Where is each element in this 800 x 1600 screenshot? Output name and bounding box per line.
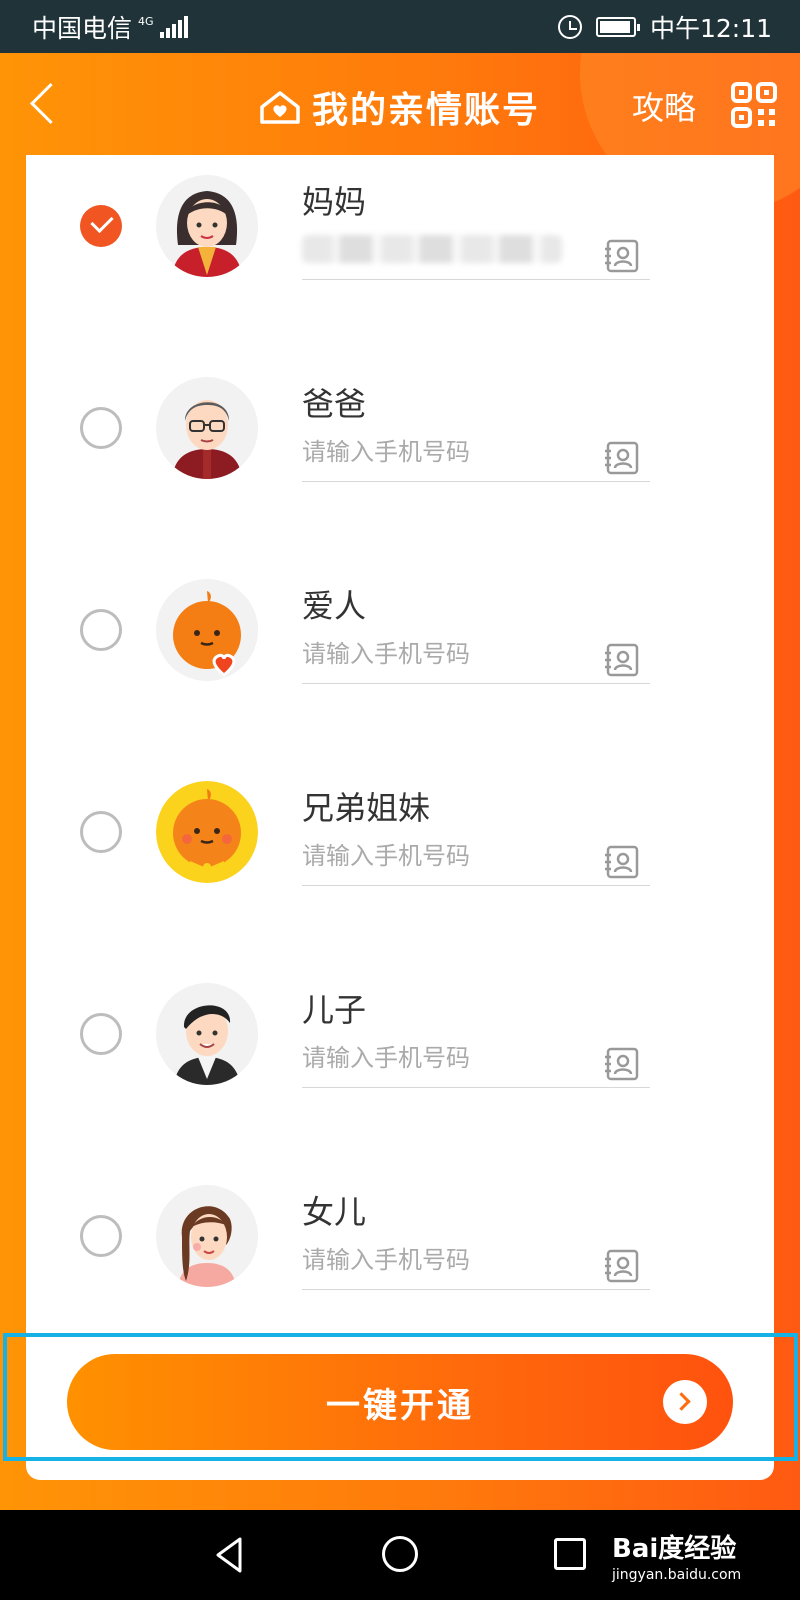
strategy-link[interactable]: 攻略 bbox=[632, 83, 696, 129]
back-button[interactable] bbox=[24, 79, 64, 129]
carrier-name: 中国电信 bbox=[32, 13, 133, 43]
watermark-brand: Bai度经验 bbox=[612, 1534, 737, 1564]
member-row-siblings[interactable]: 兄弟姐妹 bbox=[26, 761, 774, 961]
nav-home-icon[interactable] bbox=[382, 1536, 418, 1572]
avatar-dad bbox=[156, 377, 258, 479]
member-label: 妈妈 bbox=[302, 183, 367, 221]
member-label: 儿子 bbox=[302, 991, 367, 1029]
radio-unchecked-icon[interactable] bbox=[80, 1215, 122, 1257]
member-row-dad[interactable]: 爸爸 bbox=[26, 357, 774, 557]
field-underline bbox=[302, 481, 650, 482]
field-underline bbox=[302, 1289, 650, 1290]
member-label: 爸爸 bbox=[302, 385, 367, 423]
radio-unchecked-icon[interactable] bbox=[80, 609, 122, 651]
alarm-icon bbox=[557, 14, 582, 39]
member-row-mom[interactable]: 妈妈 bbox=[26, 155, 774, 355]
family-card: 妈妈 爸爸 请输入手机号码 爱人 请输入手机号码 兄弟姐妹 请输入手机号码 儿子… bbox=[26, 155, 774, 1480]
phone-value-blurred[interactable] bbox=[302, 235, 562, 263]
signal-icon bbox=[159, 15, 188, 38]
contact-book-icon[interactable] bbox=[604, 441, 640, 475]
nav-back-icon[interactable] bbox=[210, 1535, 250, 1575]
field-underline bbox=[302, 1087, 650, 1088]
avatar-son bbox=[156, 983, 258, 1085]
phone-input[interactable] bbox=[302, 433, 622, 471]
header: 我的亲情账号 攻略 bbox=[0, 53, 800, 155]
baidu-watermark: Bai度经验 jingyan.baidu.com bbox=[612, 1528, 741, 1583]
member-label: 兄弟姐妹 bbox=[302, 789, 431, 827]
contact-book-icon[interactable] bbox=[604, 643, 640, 677]
radio-unchecked-icon[interactable] bbox=[80, 407, 122, 449]
member-row-son[interactable]: 儿子 bbox=[26, 963, 774, 1163]
contact-book-icon[interactable] bbox=[604, 239, 640, 273]
field-underline bbox=[302, 683, 650, 684]
avatar-daughter bbox=[156, 1185, 258, 1287]
status-right: 中午12:11 bbox=[557, 9, 772, 45]
avatar-spouse bbox=[156, 579, 258, 681]
phone-input[interactable] bbox=[302, 837, 622, 875]
radio-checked-icon[interactable] bbox=[80, 205, 122, 247]
network-type: 4G bbox=[138, 15, 154, 28]
contact-book-icon[interactable] bbox=[604, 845, 640, 879]
status-bar: 中国电信 4G 中午12:11 bbox=[0, 0, 800, 53]
radio-unchecked-icon[interactable] bbox=[80, 811, 122, 853]
avatar-siblings bbox=[156, 781, 258, 883]
phone-input[interactable] bbox=[302, 635, 622, 673]
contact-book-icon[interactable] bbox=[604, 1047, 640, 1081]
field-underline bbox=[302, 279, 650, 280]
member-row-spouse[interactable]: 爱人 bbox=[26, 559, 774, 759]
title-wrap: 我的亲情账号 bbox=[258, 81, 540, 133]
nav-recent-icon[interactable] bbox=[554, 1538, 586, 1570]
member-label: 爱人 bbox=[302, 587, 367, 625]
field-underline bbox=[302, 885, 650, 886]
home-heart-icon bbox=[260, 91, 300, 124]
contact-book-icon[interactable] bbox=[604, 1249, 640, 1283]
watermark-url: jingyan.baidu.com bbox=[612, 1567, 742, 1583]
clock: 中午12:11 bbox=[649, 13, 772, 43]
system-nav-bar: Bai度经验 jingyan.baidu.com bbox=[0, 1510, 800, 1600]
member-label: 女儿 bbox=[302, 1193, 367, 1231]
page-title: 我的亲情账号 bbox=[312, 90, 541, 131]
avatar-mom bbox=[156, 175, 258, 277]
phone-input[interactable] bbox=[302, 1241, 622, 1279]
battery-icon bbox=[595, 16, 640, 37]
phone-input[interactable] bbox=[302, 1039, 622, 1077]
highlight-frame bbox=[3, 1333, 798, 1461]
radio-unchecked-icon[interactable] bbox=[80, 1013, 122, 1055]
qr-code-icon[interactable] bbox=[730, 81, 778, 129]
status-left: 中国电信 4G bbox=[32, 9, 188, 45]
